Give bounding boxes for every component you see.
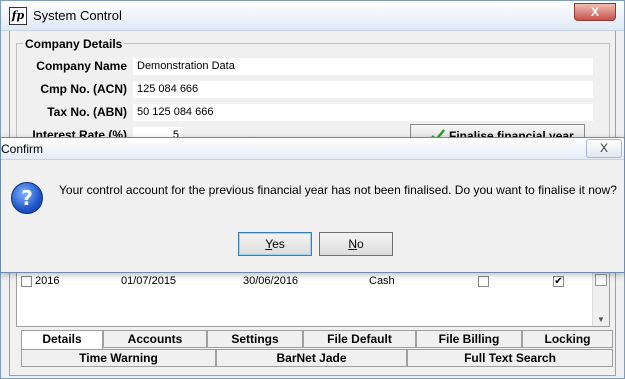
year-cell: 2016 [35,275,60,287]
screen: fp System Control X Company Details Comp… [0,0,625,379]
tab-accounts[interactable]: Accounts [103,330,207,348]
company-name-field[interactable]: Demonstration Data [133,58,593,75]
abn-label: Tax No. (ABN) [47,105,127,119]
question-icon: ? [11,182,43,214]
row-select-checkbox[interactable] [21,276,32,287]
active-checkbox[interactable]: ✔ [553,276,564,287]
tab-time-warning[interactable]: Time Warning [21,349,216,367]
no-button[interactable]: No [319,232,393,256]
company-name-label: Company Name [36,59,127,73]
no-label: o [356,237,364,251]
abn-field[interactable]: 50 125 084 666 [133,104,593,121]
dialog-title: Confirm [1,142,44,156]
tab-file-default[interactable]: File Default [303,330,416,348]
app-logo-icon: fp [9,7,27,25]
end-date-cell: 30/06/2016 [243,275,299,287]
confirm-dialog: Confirm X ? Your control account for the… [0,137,625,273]
acn-label: Cmp No. (ACN) [40,82,127,96]
acn-field[interactable]: 125 084 666 [133,81,593,98]
yes-button[interactable]: Yes [238,232,312,256]
no-accel: N [348,237,357,251]
dialog-message: Your control account for the previous fi… [59,183,617,197]
method-cell: Cash [369,275,395,287]
tab-settings[interactable]: Settings [207,330,303,348]
tab-barnet-jade[interactable]: BarNet Jade [216,349,407,367]
dialog-titlebar[interactable]: Confirm X [1,138,624,160]
grid-scrollbar[interactable]: ▼ [592,272,609,326]
window-titlebar[interactable]: fp System Control X [1,1,624,31]
tab-full-text-search[interactable]: Full Text Search [407,349,613,367]
tab-locking[interactable]: Locking [522,330,613,348]
tab-details[interactable]: Details [21,330,103,350]
company-details-title: Company Details [23,37,125,51]
scroll-down-icon[interactable]: ▼ [597,315,605,324]
window-title: System Control [33,8,122,23]
yes-label: es [272,237,285,251]
dialog-close-button[interactable]: X [586,139,622,158]
finalised-checkbox[interactable] [478,276,489,287]
tab-file-billing[interactable]: File Billing [416,330,522,348]
scroll-thumb[interactable] [595,274,607,286]
window-close-button[interactable]: X [574,3,616,21]
start-date-cell: 01/07/2015 [121,275,177,287]
table-row[interactable]: 2016 01/07/2015 30/06/2016 Cash ✔ [17,272,597,290]
financial-year-grid: 2016 01/07/2015 30/06/2016 Cash ✔ ▼ [16,271,610,327]
